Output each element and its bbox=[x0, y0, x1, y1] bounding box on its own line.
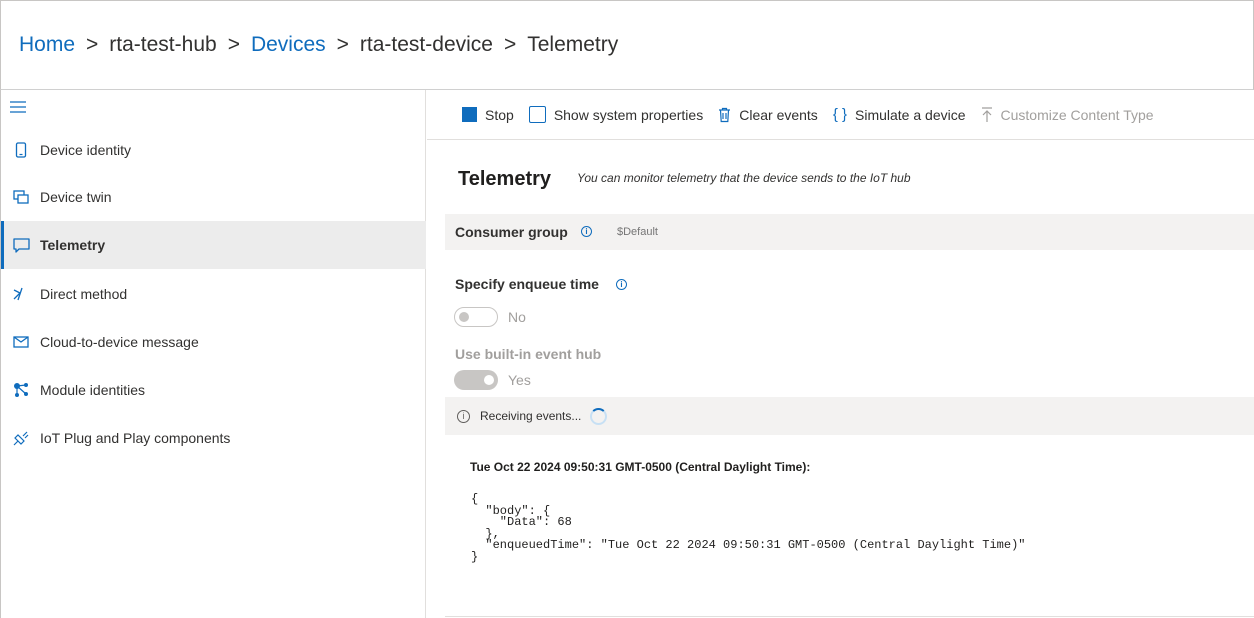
customize-content-type-button[interactable]: Customize Content Type bbox=[981, 107, 1154, 123]
show-system-properties-checkbox[interactable]: Show system properties bbox=[528, 106, 704, 123]
sidebar-item-cloud-to-device[interactable]: Cloud-to-device message bbox=[1, 318, 426, 366]
breadcrumb-devices[interactable]: Devices bbox=[251, 33, 326, 57]
braces-icon: { } bbox=[832, 106, 847, 123]
breadcrumb-device: rta-test-device bbox=[359, 33, 493, 56]
status-text: Receiving events... bbox=[480, 409, 582, 423]
consumer-group-label: Consumer group bbox=[455, 224, 568, 240]
show-system-properties-label: Show system properties bbox=[553, 106, 704, 123]
sidebar-item-device-identity[interactable]: Device identity bbox=[1, 126, 426, 174]
sidebar-item-label: Device twin bbox=[40, 189, 112, 205]
sidebar-item-direct-method[interactable]: Direct method bbox=[1, 270, 426, 318]
info-icon[interactable]: i bbox=[581, 226, 592, 237]
clear-events-label: Clear events bbox=[739, 106, 818, 123]
page-title: Telemetry bbox=[458, 168, 552, 190]
breadcrumb-separator: > bbox=[86, 33, 99, 56]
breadcrumb-separator: > bbox=[227, 33, 240, 56]
built-in-event-hub-toggle-label: Yes bbox=[508, 372, 531, 388]
upload-icon bbox=[981, 106, 993, 123]
stop-icon bbox=[462, 107, 477, 122]
twin-icon bbox=[12, 188, 30, 206]
breadcrumb: Home > rta-test-hub > Devices > rta-test… bbox=[0, 0, 1254, 90]
breadcrumb-current: Telemetry bbox=[527, 33, 619, 56]
built-in-event-hub-toggle[interactable] bbox=[454, 370, 498, 390]
status-bar: i Receiving events... bbox=[445, 397, 1254, 435]
breadcrumb-separator: > bbox=[336, 33, 349, 56]
divider bbox=[445, 616, 1254, 617]
consumer-group-input[interactable] bbox=[617, 224, 1217, 240]
enqueue-time-toggle-label: No bbox=[508, 309, 526, 325]
stop-button[interactable]: Stop bbox=[462, 107, 514, 123]
breadcrumb-home[interactable]: Home bbox=[19, 33, 75, 57]
sidebar-item-telemetry[interactable]: Telemetry bbox=[1, 221, 426, 269]
modules-icon bbox=[12, 381, 30, 399]
sidebar-item-label: Telemetry bbox=[40, 237, 106, 253]
breadcrumb-hub: rta-test-hub bbox=[109, 33, 217, 56]
page-subtitle: You can monitor telemetry that the devic… bbox=[577, 171, 911, 185]
sidebar-item-label: Direct method bbox=[40, 286, 128, 302]
enqueue-time-toggle[interactable] bbox=[454, 307, 498, 327]
event-json-body: { "body": { "Data": 68 }, "enqueuedTime"… bbox=[471, 492, 1026, 564]
sidebar-item-device-twin[interactable]: Device twin bbox=[1, 173, 426, 221]
mail-icon bbox=[12, 333, 30, 351]
method-icon bbox=[12, 285, 30, 303]
chat-icon bbox=[12, 236, 30, 254]
toolbar: Stop Show system properties Clear events… bbox=[427, 90, 1254, 140]
sidebar-item-iot-plug-and-play[interactable]: IoT Plug and Play components bbox=[1, 414, 426, 462]
clear-events-button[interactable]: Clear events bbox=[718, 107, 818, 123]
trash-icon bbox=[718, 107, 731, 123]
checkbox-icon bbox=[528, 106, 546, 123]
simulate-device-label: Simulate a device bbox=[855, 106, 966, 123]
sidebar-item-label: Device identity bbox=[40, 142, 132, 158]
info-icon: i bbox=[457, 409, 470, 423]
customize-content-type-label: Customize Content Type bbox=[1000, 106, 1154, 123]
sidebar-item-label: Module identities bbox=[40, 382, 146, 398]
built-in-event-hub-label: Use built-in event hub bbox=[455, 346, 602, 362]
sidebar-item-label: Cloud-to-device message bbox=[40, 334, 199, 350]
enqueue-time-label: Specify enqueue time bbox=[455, 276, 599, 292]
sidebar-item-label: IoT Plug and Play components bbox=[40, 430, 231, 446]
stop-label: Stop bbox=[485, 106, 514, 123]
info-icon[interactable]: i bbox=[616, 279, 627, 290]
consumer-group-row: Consumer group i bbox=[445, 214, 1254, 250]
sidebar-item-module-identities[interactable]: Module identities bbox=[1, 366, 426, 414]
hamburger-menu-icon[interactable] bbox=[10, 100, 26, 114]
simulate-device-button[interactable]: { } Simulate a device bbox=[833, 106, 966, 123]
sidebar: Device identity Device twin Telemetry Di… bbox=[0, 90, 426, 618]
main-panel: Stop Show system properties Clear events… bbox=[427, 90, 1254, 618]
event-timestamp: Tue Oct 22 2024 09:50:31 GMT-0500 (Centr… bbox=[470, 460, 811, 474]
breadcrumb-separator: > bbox=[503, 33, 517, 56]
phone-icon bbox=[12, 141, 30, 159]
plug-icon bbox=[12, 429, 30, 447]
loading-spinner-icon bbox=[590, 407, 608, 425]
